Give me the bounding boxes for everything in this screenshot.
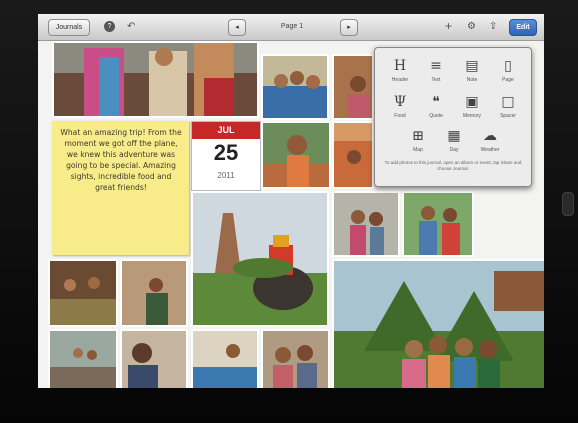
- photo-railway-group: [50, 331, 116, 388]
- question-icon[interactable]: ?: [104, 21, 115, 32]
- home-button[interactable]: [562, 192, 574, 216]
- note-icon: ▤: [465, 58, 479, 74]
- chevron-left-icon: ◂: [235, 24, 239, 31]
- photo-woman-temple: [334, 56, 372, 118]
- gear-icon[interactable]: ⚙: [467, 19, 476, 34]
- page-indicator: Page 1: [280, 23, 304, 30]
- photo-boat-ride: [193, 331, 257, 388]
- photo-women-selfie: [263, 331, 328, 388]
- toolbar: Journals ? ↶ ◂ Page 1 ▸ + ⚙ ⇪ Edit: [38, 14, 544, 41]
- map-icon: ⊞: [412, 128, 424, 144]
- insert-item-label: Text: [431, 77, 441, 83]
- spacer-icon: □: [501, 94, 515, 110]
- photo-tile[interactable]: [48, 259, 118, 327]
- photo-tile[interactable]: [52, 41, 259, 118]
- journal-screen: Journals ? ↶ ◂ Page 1 ▸ + ⚙ ⇪ Edit What …: [38, 14, 544, 388]
- photo-man-portrait: [122, 331, 186, 388]
- next-page-button[interactable]: ▸: [340, 19, 358, 36]
- photo-tile[interactable]: [191, 329, 259, 388]
- insert-page-button[interactable]: ▯ Page: [491, 56, 525, 96]
- photo-tile[interactable]: [261, 54, 329, 120]
- insert-item-label: Quote: [429, 113, 443, 119]
- insert-item-label: Day: [449, 147, 459, 153]
- insert-note-button[interactable]: ▤ Note: [455, 56, 489, 96]
- photo-elephant-temple: [193, 193, 327, 325]
- day-icon: ▦: [447, 128, 461, 144]
- photo-tile[interactable]: [120, 259, 188, 327]
- photo-tile[interactable]: [332, 191, 400, 257]
- photo-tile[interactable]: [48, 329, 118, 388]
- note-text: What an amazing trip! From the moment we…: [60, 128, 182, 192]
- memory-icon: ▣: [465, 94, 479, 110]
- insert-item-label: Food: [394, 113, 406, 119]
- journals-button[interactable]: Journals: [48, 19, 90, 36]
- quote-icon: ❝: [432, 94, 440, 110]
- photo-tile[interactable]: [332, 54, 374, 120]
- header-icon: H: [393, 58, 407, 74]
- photo-backpacker: [122, 261, 186, 325]
- photo-couple-street: [334, 193, 398, 255]
- sticky-note[interactable]: What an amazing trip! From the moment we…: [52, 121, 189, 255]
- calendar-month: JUL: [192, 122, 260, 139]
- chevron-right-icon: ▸: [347, 24, 351, 31]
- photo-market: [334, 123, 372, 187]
- text-icon: ≡: [430, 58, 442, 74]
- undo-icon[interactable]: ↶: [127, 19, 135, 34]
- insert-menu-hint: To add photos to this journal, open an a…: [384, 160, 522, 171]
- calendar-day: 25: [213, 140, 239, 165]
- calendar-card[interactable]: JUL 25 2011: [191, 121, 261, 191]
- edit-button[interactable]: Edit: [509, 19, 537, 36]
- photo-group-friends: [54, 43, 257, 116]
- insert-item-label: Memory: [462, 113, 482, 119]
- page-icon: ▯: [504, 58, 512, 74]
- photo-group-smiling: [263, 56, 327, 118]
- food-icon: Ψ: [393, 94, 407, 110]
- photo-tile[interactable]: [120, 329, 188, 388]
- insert-item-label: Spacer: [500, 113, 516, 119]
- insert-menu-popover: H Header ≡ Text ▤ Note ▯ Page Ψ Food ❝ Q…: [374, 47, 532, 187]
- insert-item-label: Header: [391, 77, 409, 83]
- insert-item-label: Page: [502, 77, 514, 83]
- photo-tile[interactable]: [191, 191, 329, 327]
- insert-item-label: Map: [413, 147, 423, 153]
- insert-item-label: Note: [466, 77, 478, 83]
- photo-tile[interactable]: [332, 259, 544, 388]
- photo-girl-drink: [263, 123, 329, 187]
- insert-header-button[interactable]: H Header: [383, 56, 417, 96]
- share-icon[interactable]: ⇪: [489, 19, 497, 34]
- photo-tile[interactable]: [261, 121, 331, 189]
- photo-tile[interactable]: [402, 191, 474, 257]
- photo-cooking-class: [50, 261, 116, 325]
- insert-item-label: Weather: [480, 147, 500, 153]
- calendar-year: 2011: [217, 171, 235, 180]
- photo-group-palms: [334, 261, 544, 388]
- plus-icon[interactable]: +: [445, 19, 452, 34]
- weather-icon: ☁: [483, 128, 497, 144]
- photo-tile[interactable]: [261, 329, 330, 388]
- photo-tile[interactable]: [332, 121, 374, 189]
- insert-text-button[interactable]: ≡ Text: [419, 56, 453, 96]
- prev-page-button[interactable]: ◂: [228, 19, 246, 36]
- photo-friends-outdoors: [404, 193, 472, 255]
